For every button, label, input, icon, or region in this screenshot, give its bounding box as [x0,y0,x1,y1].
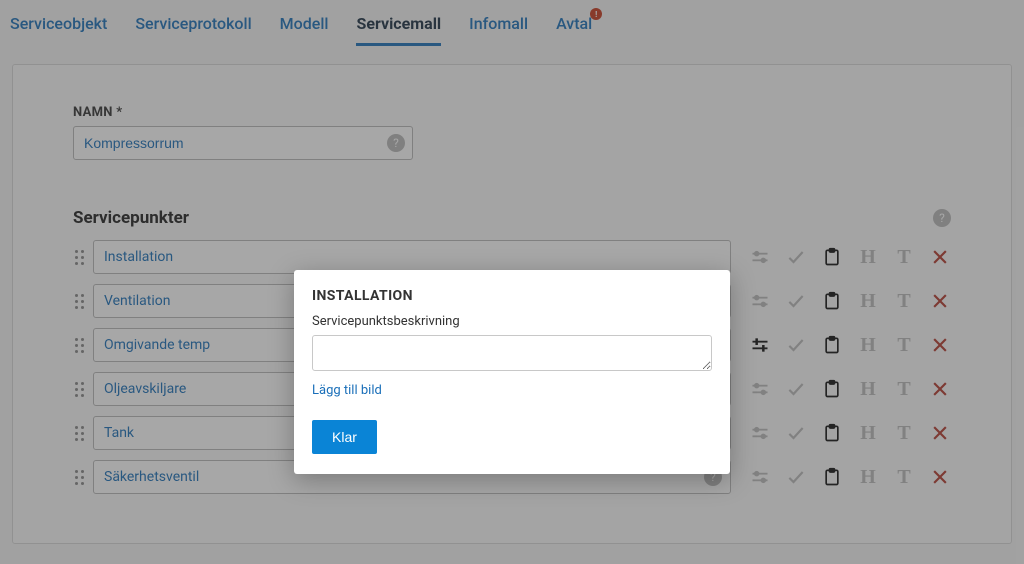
modal-desc-textarea[interactable] [312,335,712,371]
done-button[interactable]: Klar [312,420,377,454]
servicepoint-modal: INSTALLATION Servicepunktsbeskrivning Lä… [294,270,730,474]
modal-title: INSTALLATION [312,288,712,304]
add-image-link[interactable]: Lägg till bild [312,383,382,398]
modal-desc-label: Servicepunktsbeskrivning [312,314,712,329]
